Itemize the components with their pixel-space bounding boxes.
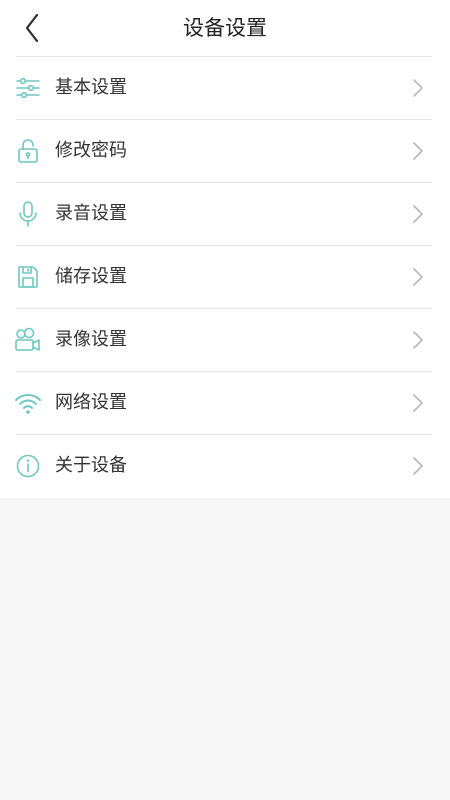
menu-item-about-device[interactable]: 关于设备: [0, 434, 450, 497]
menu-item-network-settings[interactable]: 网络设置: [0, 371, 450, 434]
page-title: 设备设置: [183, 16, 267, 40]
menu-item-audio-settings[interactable]: 录音设置: [0, 182, 450, 245]
microphone-icon: [14, 200, 42, 228]
menu-item-label: 储存设置: [55, 266, 127, 287]
sliders-icon: [14, 74, 42, 102]
unlock-icon: [14, 137, 42, 165]
chevron-right-icon: [410, 456, 426, 476]
menu-item-basic-settings[interactable]: 基本设置: [0, 56, 450, 119]
chevron-right-icon: [410, 393, 426, 413]
menu-item-change-password[interactable]: 修改密码: [0, 119, 450, 182]
menu-item-label: 基本设置: [55, 77, 127, 98]
info-icon: [14, 452, 42, 480]
chevron-right-icon: [410, 78, 426, 98]
chevron-right-icon: [410, 267, 426, 287]
menu-item-label: 网络设置: [55, 392, 127, 413]
menu-item-storage-settings[interactable]: 储存设置: [0, 245, 450, 308]
menu-item-label: 录像设置: [55, 329, 127, 350]
menu-item-label: 修改密码: [55, 140, 127, 161]
settings-menu: 基本设置 修改密码 录音设置 储存设置 录像设置 网络设置 关于设备: [0, 56, 450, 498]
menu-item-video-settings[interactable]: 录像设置: [0, 308, 450, 371]
chevron-right-icon: [410, 141, 426, 161]
menu-item-label: 关于设备: [55, 455, 127, 476]
top-bar: 设备设置: [0, 0, 450, 56]
chevron-right-icon: [410, 330, 426, 350]
menu-item-label: 录音设置: [55, 203, 127, 224]
wifi-icon: [14, 389, 42, 417]
video-camera-icon: [14, 326, 42, 354]
floppy-disk-icon: [14, 263, 42, 291]
chevron-right-icon: [410, 204, 426, 224]
